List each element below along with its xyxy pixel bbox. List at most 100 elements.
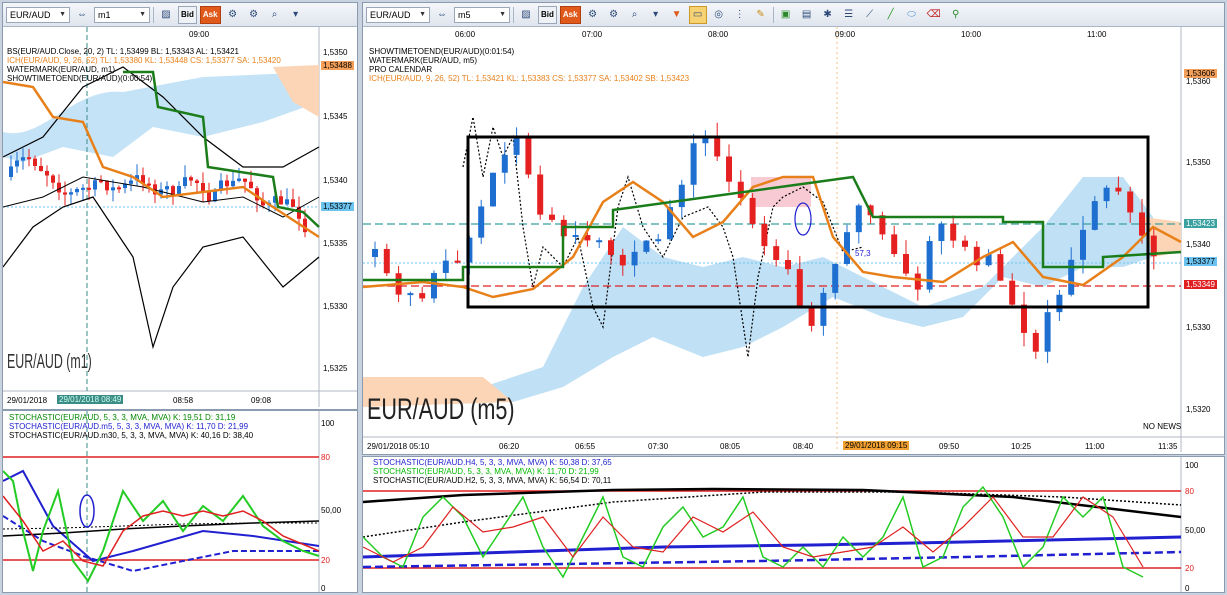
left-stoch-axis-label: 80 [321,453,330,462]
marker-icon[interactable]: ▼ [668,6,686,24]
link-icon[interactable]: ⇔ [433,6,451,24]
toggle-icon[interactable]: ▾ [287,6,305,24]
candle-body [926,241,933,290]
bid-button[interactable]: Bid [178,5,197,24]
candle-body [903,254,909,274]
right-price-label: 1,5350 [1186,158,1211,167]
right-stochastic-pane[interactable]: STOCHASTIC(EUR/AUD.H4, 5, 3, 3, MVA, MVA… [362,456,1225,593]
candle-body [891,234,898,255]
candle-body [419,293,426,299]
right-time-label: 10:25 [1011,442,1032,451]
left-chart-window[interactable]: EUR/AUD ▼ ⇔ m1 ▼ ▨ Bid Ask ⚙ ⚙ ⌕ ▾ 09:00 B… [2,2,358,410]
ellipse-icon[interactable]: ⬭ [903,6,921,24]
candle-body [737,181,744,198]
trendline-icon[interactable]: ╱ [882,6,900,24]
zoom-icon[interactable]: ⌕ [626,6,644,24]
left-price-label: 1,5330 [323,302,348,311]
network-icon[interactable]: ⚲ [947,6,965,24]
ask-button[interactable]: Ask [559,5,581,24]
candle-body [1056,294,1063,313]
bid-button[interactable]: Bid [538,5,557,24]
fork-icon[interactable]: ⟋ [861,6,879,24]
candle-body [501,154,508,173]
chart-type-icon[interactable]: ▨ [517,6,535,24]
right-time-top-label: 10:00 [961,30,982,39]
candle-body [81,187,85,190]
chevron-down-icon: ▼ [419,11,426,18]
chart-type-icon[interactable]: ▨ [157,6,175,24]
chevron-down-icon: ▼ [139,11,146,18]
link-icon[interactable]: ⇔ [73,6,91,24]
left-time-badge: 29/01/2018 08:49 [57,395,124,404]
right-price-chart[interactable] [363,27,1225,452]
camera-icon[interactable]: ▤ [798,6,816,24]
right-time-badge: 29/01/2018 09:15 [843,441,910,450]
right-time-label: 11:35 [1158,442,1178,451]
candle-body [189,177,193,181]
left-price-chart[interactable] [3,27,358,407]
right-price-label: 1,5320 [1186,405,1211,414]
candle-body [726,156,732,182]
left-legend-line: BS(EUR/AUD.Close, 20, 2) TL: 1,53499 BL:… [7,47,239,56]
candle-body [279,196,283,205]
candle-body [431,272,437,299]
chevron-down-icon: ▼ [59,11,66,18]
candle-body [207,191,211,202]
candle-body [87,187,91,190]
candle-body [619,254,626,266]
candle-body [938,223,945,242]
candle-body [773,246,780,261]
lines-icon[interactable]: ☰ [840,6,858,24]
candle-body [1032,332,1039,352]
candle-body [962,240,968,247]
indicator-icon[interactable]: ⚙ [584,6,602,24]
stoch-d [3,495,320,567]
left-stoch-axis-label: 0 [321,584,326,593]
toggle-icon[interactable]: ▾ [647,6,665,24]
image-icon[interactable]: ▣ [777,6,795,24]
left-stochastic-pane[interactable]: STOCHASTIC(EUR/AUD, 5, 3, 3, MVA, MVA) K… [2,410,358,593]
candle-body [1139,212,1145,236]
eraser-icon[interactable]: ⌫ [924,6,944,24]
ichimoku-cloud [483,177,1153,402]
candle-body [15,160,19,167]
highlight-ellipse [794,202,812,236]
right-time-label: 08:40 [793,442,814,451]
stoch-legend-line: STOCHASTIC(EUR/AUD.m30, 5, 3, 3, MVA, MV… [9,431,254,440]
indicator-icon[interactable]: ⚙ [224,6,242,24]
globe-icon[interactable]: ◎ [710,6,728,24]
zoom-icon[interactable]: ⌕ [266,6,284,24]
right-time-label: 06:20 [499,442,520,451]
objects-icon[interactable]: ⚙ [245,6,263,24]
right-symbol-select[interactable]: EUR/AUD ▼ [366,6,430,23]
right-price-label: 1,5330 [1186,323,1211,332]
pencil-icon[interactable]: ✎ [752,6,770,24]
ask-button[interactable]: Ask [199,5,221,24]
left-timeframe-select[interactable]: m1 ▼ [94,6,150,23]
candle-body [513,138,520,155]
candle-body [490,172,496,207]
right-time-top-label: 08:00 [708,30,729,39]
right-chart-window[interactable]: EUR/AUD ▼ ⇔ m5 ▼ ▨ Bid Ask ⚙ ⚙ ⌕ ▾ ▼ ▭ ◎ ⋮… [362,2,1225,455]
candle-body [525,138,532,175]
crosshair-icon[interactable]: ▭ [688,5,707,24]
objects-icon[interactable]: ⚙ [605,6,623,24]
candle-body [237,178,241,181]
candle-body [855,205,862,233]
right-legend-line: WATERMARK(EUR/AUD, m5) [369,56,477,65]
candle-body [1080,229,1086,260]
candle-body [213,190,217,202]
candle-body [844,232,850,264]
candle-body [808,306,815,326]
right-stoch-axis-label: 50,00 [1185,526,1206,535]
left-symbol-select[interactable]: EUR/AUD ▼ [6,6,70,23]
candle-body [1009,280,1016,305]
right-timeframe-select[interactable]: m5 ▼ [454,6,510,23]
candle-body [231,180,235,187]
right-time-label: 29/01/2018 05:10 [367,442,430,451]
candle-body [442,260,449,273]
candle-body [183,177,187,187]
left-price-tag-orange: 1,53488 [321,61,354,70]
brush-icon[interactable]: ✱ [819,6,837,24]
grid-icon[interactable]: ⋮ [731,6,749,24]
